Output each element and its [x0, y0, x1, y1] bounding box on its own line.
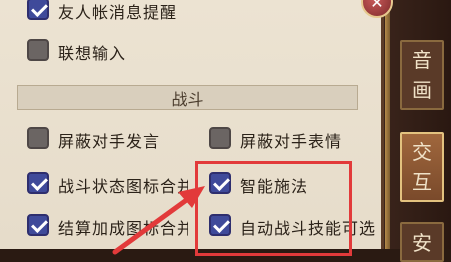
section-title: 战斗	[171, 89, 204, 109]
rail-border	[385, 0, 390, 249]
tab-sound[interactable]: 音 画	[400, 40, 444, 110]
battle-icon-merge-checkbox[interactable]	[27, 172, 49, 194]
tab-sound-char-2: 画	[412, 78, 432, 102]
friend-notify-checkbox[interactable]	[27, 0, 49, 20]
settle-icon-merge-checkbox[interactable]	[27, 214, 49, 236]
section-header-battle: 战斗	[17, 85, 358, 110]
tab-interact-char-1: 交	[412, 140, 432, 164]
block-emote-label: 屏蔽对手表情	[240, 132, 343, 151]
block-chat-checkbox[interactable]	[27, 127, 49, 149]
tab-safety[interactable]: 安	[400, 222, 444, 262]
pointer-arrow-icon	[112, 186, 205, 255]
assoc-input-label: 联想输入	[58, 44, 127, 63]
tab-interact-char-2: 互	[412, 170, 432, 194]
tab-sound-char-1: 音	[412, 48, 432, 72]
highlight-box	[195, 161, 352, 256]
block-emote-checkbox[interactable]	[209, 127, 231, 149]
tab-interact[interactable]: 交 互	[400, 132, 444, 202]
block-chat-label: 屏蔽对手发言	[58, 132, 161, 151]
side-tab-rail	[384, 0, 451, 249]
friend-notify-label: 友人帐消息提醒	[58, 3, 178, 22]
tab-safety-char-1: 安	[412, 231, 432, 255]
close-icon: ✕	[370, 0, 384, 12]
assoc-input-checkbox[interactable]	[27, 39, 49, 61]
